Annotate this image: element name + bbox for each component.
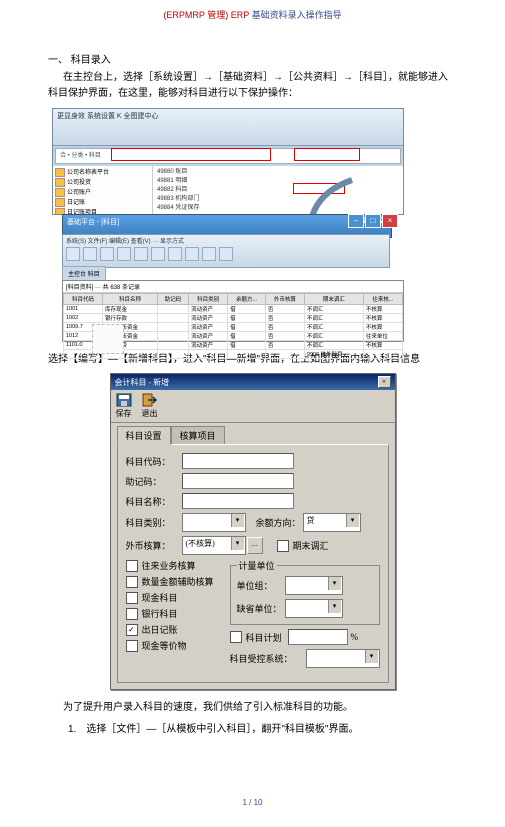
uomdef-select[interactable] xyxy=(285,599,343,618)
chk-0[interactable] xyxy=(126,560,138,572)
name-input[interactable] xyxy=(182,493,294,509)
console-tree[interactable]: 公司名称表平台公司投资公司账户日记账日记账项目数据准备 xyxy=(53,166,153,215)
label-balance: 余额方向： xyxy=(256,516,301,529)
toolbar-icon[interactable] xyxy=(151,247,165,261)
dialog-toolbar: 保存 退出 xyxy=(111,390,395,423)
toolbar-icon[interactable] xyxy=(66,247,80,261)
toolbar-icon[interactable] xyxy=(117,247,131,261)
dialog-close-button[interactable]: × xyxy=(378,376,391,388)
toolbar-icon[interactable] xyxy=(168,247,182,261)
chk-2[interactable] xyxy=(126,592,138,604)
label-ctrl: 科目受控系统： xyxy=(230,652,306,665)
exit-button[interactable]: 退出 xyxy=(142,393,158,419)
maximize-button[interactable]: □ xyxy=(365,214,381,228)
console-breadcrumb: 合 • 分类 • 科目 xyxy=(55,148,401,164)
window-toolbar: 系统(S) 文件(F) 编辑(E) 查看(V) ··· 显示方式 xyxy=(62,234,390,268)
label-uomdef: 缺省单位： xyxy=(237,602,285,615)
label-adj: 期末调汇 xyxy=(293,539,329,552)
dialog-form: 科目代码： 助记码： 科目名称： 科目类别： 余额方向： 贷 外币核算： (不核… xyxy=(117,444,389,683)
chk-3[interactable] xyxy=(126,608,138,620)
label-uomgrp: 单位组： xyxy=(237,579,285,592)
dialog-titlebar: 会计科目 - 新增 × xyxy=(111,374,395,390)
chk-5[interactable] xyxy=(126,640,138,652)
label-rate: % xyxy=(351,632,359,642)
fc-select[interactable]: (不核算) xyxy=(182,536,246,555)
label-fc: 外币核算： xyxy=(126,539,182,552)
balance-select[interactable]: 贷 xyxy=(303,513,361,532)
ctrl-select[interactable] xyxy=(306,649,380,668)
save-button[interactable]: 保存 xyxy=(116,393,132,419)
chk-1[interactable] xyxy=(126,576,138,588)
label-mnemonic: 助记码： xyxy=(126,475,182,488)
label-name: 科目名称： xyxy=(126,495,182,508)
minimize-button[interactable]: – xyxy=(348,214,364,228)
uomgrp-select[interactable] xyxy=(285,576,343,595)
label-category: 科目类别： xyxy=(126,516,182,529)
toolbar-icon[interactable] xyxy=(219,247,233,261)
tab-accounting-items[interactable]: 核算项目 xyxy=(171,426,225,444)
dialog-tabs: 科目设置 核算项目 xyxy=(111,423,395,444)
label-plan: 科目计划 xyxy=(246,631,282,644)
console-toolbar: 更显身效 系统设置 K 全图建中心 xyxy=(53,109,403,146)
code-input[interactable] xyxy=(182,453,294,469)
fc-browse-button[interactable]: … xyxy=(247,537,263,554)
console-list[interactable]: 49880 账目49881 明细49882 科目49883 机构部门49884 … xyxy=(153,166,403,215)
adj-checkbox[interactable] xyxy=(277,540,289,552)
section-1-para: 在主控台上，选择［系统设置］→［基础资料］→［公共资料］→［科目］，就能够进入科… xyxy=(48,70,457,102)
page-header: (ERPMRP 管理) ERP 基础资料录入操作指导 xyxy=(48,8,457,21)
save-icon xyxy=(116,393,132,407)
page-footer: 1 / 10 xyxy=(48,798,457,807)
tab-settings[interactable]: 科目设置 xyxy=(117,426,171,445)
category-select[interactable] xyxy=(182,513,246,532)
plan-checkbox[interactable] xyxy=(230,631,242,643)
subject-add-dialog: 会计科目 - 新增 × 保存 退出 科目设置 核算项目 科目代码： 助记码： 科… xyxy=(110,373,396,690)
screenshot-subject-window: 基础平台 - [科目] Kingdee – □ × 系统(S) 文件(F) 编辑… xyxy=(52,214,402,344)
plan-input[interactable] xyxy=(288,629,348,645)
chk-4[interactable] xyxy=(126,624,138,636)
section-1-title: 一、 科目录入 xyxy=(48,51,457,66)
toolbar-icon[interactable] xyxy=(100,247,114,261)
window-tabs[interactable]: 主控台 科目 xyxy=(62,266,106,281)
label-code: 科目代码： xyxy=(126,455,182,468)
toolbar-icon[interactable] xyxy=(134,247,148,261)
tail-p2: 1. 选择［文件］—［从模板中引入科目］，翻开"科目模板"界面。 xyxy=(68,722,457,738)
toolbar-icon[interactable] xyxy=(83,247,97,261)
toolbar-icon[interactable] xyxy=(202,247,216,261)
cutout-shape xyxy=(92,324,124,354)
close-button[interactable]: × xyxy=(382,214,398,228)
exit-icon xyxy=(142,393,158,407)
window-buttons: – □ × xyxy=(347,214,398,228)
uom-fieldset: 计量单位 单位组： 缺省单位： xyxy=(230,559,380,625)
uom-legend: 计量单位 xyxy=(237,559,277,572)
mnemonic-input[interactable] xyxy=(182,473,294,489)
toolbar-icon[interactable] xyxy=(185,247,199,261)
